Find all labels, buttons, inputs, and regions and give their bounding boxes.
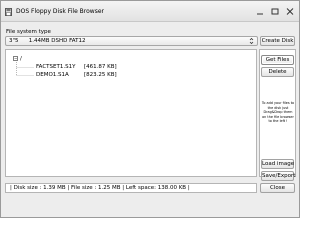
status-bar: | Disk size : 1.39 MB | File size : 1.25… [5, 183, 257, 193]
actions-panel: Get Files Delete To add your files to th… [259, 49, 296, 181]
tree-root-node[interactable]: − / [13, 56, 22, 63]
file-size: [461.87 KB] [84, 64, 117, 70]
format-value: 1.44MB DSHD FAT12 [28, 38, 86, 44]
close-icon[interactable] [286, 7, 294, 16]
file-tree-panel[interactable]: − / FACTSET1.S1Y [461.87 KB] DEMO1.S1A [8… [5, 49, 257, 177]
close-button[interactable]: Close [260, 183, 295, 193]
delete-button[interactable]: Delete [261, 67, 294, 77]
file-name: FACTSET1.S1Y [36, 64, 76, 70]
load-image-button[interactable]: Load image [261, 159, 294, 169]
drive-size-value: 3"5 [9, 38, 19, 44]
floppy-icon [5, 8, 12, 16]
app-window: DOS Floppy Disk File Browser File system… [0, 0, 300, 218]
tree-root-label: / [20, 56, 22, 62]
save-export-button[interactable]: Save/Export [261, 171, 295, 181]
filesystem-type-label: File system type [6, 29, 51, 35]
tree-file-item[interactable]: FACTSET1.S1Y [461.87 KB] [36, 64, 117, 71]
title-bar[interactable]: DOS Floppy Disk File Browser [1, 1, 299, 22]
file-size: [823.25 KB] [84, 72, 117, 78]
maximize-icon[interactable] [271, 7, 279, 16]
drag-drop-hint: To add your files to the disk just Drag&… [261, 101, 295, 124]
window-title: DOS Floppy Disk File Browser [16, 8, 104, 15]
updown-chevron-icon [249, 37, 254, 46]
collapse-toggle-icon[interactable]: − [13, 56, 18, 61]
filesystem-type-select[interactable]: 3"5 1.44MB DSHD FAT12 [5, 36, 258, 46]
create-disk-button[interactable]: Create Disk [260, 36, 295, 46]
get-files-button[interactable]: Get Files [261, 55, 294, 65]
window-controls [256, 7, 294, 16]
minimize-icon[interactable] [256, 7, 264, 16]
tree-file-item[interactable]: DEMO1.S1A [823.25 KB] [36, 72, 117, 79]
file-name: DEMO1.S1A [36, 72, 69, 78]
